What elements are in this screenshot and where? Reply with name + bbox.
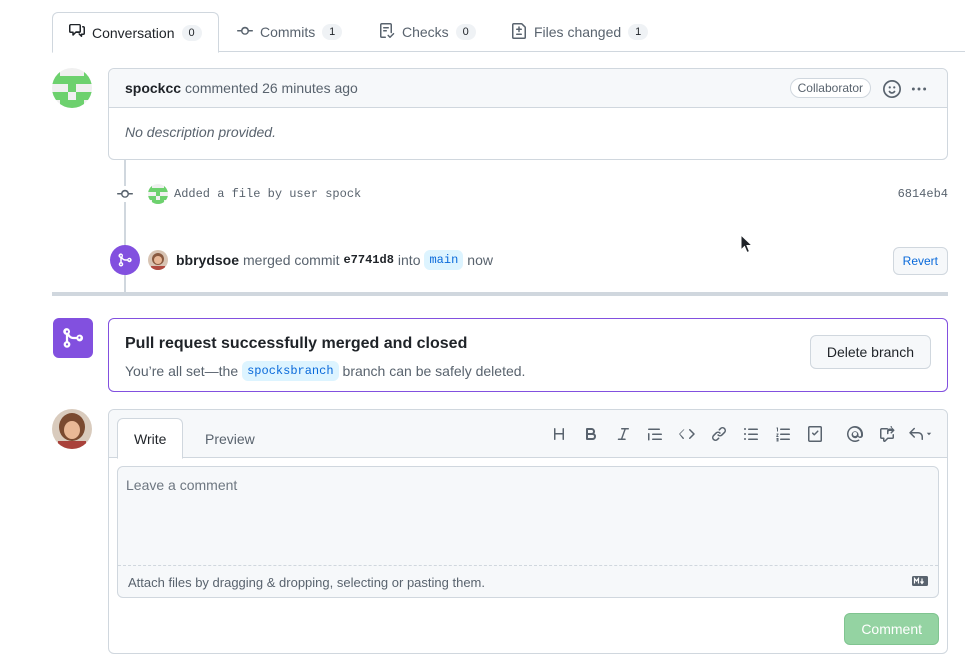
tab-preview[interactable]: Preview	[189, 418, 271, 459]
merge-text-label: merged commit	[243, 252, 340, 268]
commit-author-avatar[interactable]	[148, 184, 168, 204]
comment-textarea[interactable]: Leave a comment Attach files by dragging…	[117, 466, 939, 598]
heading-icon[interactable]	[543, 422, 575, 446]
bold-icon[interactable]	[575, 422, 607, 446]
file-diff-icon	[511, 22, 527, 42]
merge-status-prefix: You’re all set—the	[125, 363, 239, 379]
markdown-toolbar	[543, 422, 939, 446]
merge-status-box: Pull request successfully merged and clo…	[108, 318, 948, 392]
comment-discussion-icon	[69, 23, 85, 42]
git-commit-icon	[117, 186, 133, 202]
markdown-icon[interactable]	[912, 575, 928, 590]
avatar[interactable]	[52, 68, 92, 108]
pr-description-comment: spockcc commented 26 minutes ago Collabo…	[108, 68, 948, 160]
kebab-horizontal-icon[interactable]	[909, 80, 929, 101]
code-icon[interactable]	[671, 422, 703, 446]
comment-author[interactable]: spockcc	[125, 80, 181, 96]
timeline-commit: Added a file by user spock 6814eb4	[108, 182, 948, 206]
mention-icon[interactable]	[839, 422, 871, 446]
comment-timestamp[interactable]: commented 26 minutes ago	[185, 80, 358, 96]
tab-counter: 1	[628, 24, 649, 40]
tab-label: Conversation	[92, 24, 175, 41]
ordered-list-icon[interactable]	[767, 422, 799, 446]
timeline-end-separator	[52, 292, 948, 296]
link-icon[interactable]	[703, 422, 735, 446]
tab-write[interactable]: Write	[117, 418, 184, 459]
comment-placeholder[interactable]: Leave a comment	[118, 467, 938, 566]
revert-button[interactable]: Revert	[892, 247, 948, 275]
git-merge-icon	[110, 245, 140, 275]
editor-header: Write Preview	[109, 410, 947, 459]
comment-submit-button[interactable]: Comment	[844, 613, 939, 645]
smiley-icon[interactable]	[883, 80, 901, 101]
pr-tabs: Conversation 0 Commits 1 Checks 0 Files …	[52, 12, 965, 53]
merger-avatar[interactable]	[148, 250, 168, 270]
checklist-icon	[379, 22, 395, 42]
source-branch[interactable]: spocksbranch	[242, 361, 339, 381]
tasklist-icon[interactable]	[799, 422, 831, 446]
merge-commit-sha[interactable]: e7741d8	[343, 253, 393, 267]
tab-checks[interactable]: Checks 0	[363, 12, 492, 52]
comment-editor: Write Preview Leave a comment Attach fil…	[108, 409, 948, 654]
timeline-merge-event: bbrydsoe merged commit e7741d8 into main…	[110, 245, 948, 275]
unordered-list-icon[interactable]	[735, 422, 767, 446]
target-branch[interactable]: main	[424, 250, 464, 270]
current-user-avatar[interactable]	[52, 409, 92, 449]
merger-username[interactable]: bbrydsoe	[176, 252, 239, 268]
tab-conversation[interactable]: Conversation 0	[52, 12, 219, 53]
delete-branch-button[interactable]: Delete branch	[809, 335, 931, 369]
merge-description: bbrydsoe merged commit e7741d8 into main…	[176, 250, 493, 270]
commit-sha[interactable]: 6814eb4	[898, 187, 948, 201]
tab-label: Files changed	[534, 24, 622, 40]
commit-message[interactable]: Added a file by user spock	[174, 187, 361, 201]
git-merge-icon	[53, 318, 93, 358]
collaborator-badge: Collaborator	[789, 78, 871, 98]
tab-counter: 1	[322, 24, 343, 40]
tab-counter: 0	[455, 24, 476, 40]
italic-icon[interactable]	[607, 422, 639, 446]
quote-icon[interactable]	[639, 422, 671, 446]
tab-files-changed[interactable]: Files changed 1	[495, 12, 664, 52]
mouse-cursor-icon	[740, 233, 754, 257]
cross-reference-icon[interactable]	[871, 422, 903, 446]
merge-time[interactable]: now	[467, 252, 493, 268]
tab-counter: 0	[181, 24, 202, 41]
tab-label: Commits	[260, 24, 316, 40]
reply-dropdown-icon[interactable]	[903, 422, 939, 446]
comment-header: spockcc commented 26 minutes ago Collabo…	[109, 69, 947, 108]
merge-into-label: into	[397, 252, 421, 268]
tab-label: Checks	[402, 24, 449, 40]
attach-hint: Attach files by dragging & dropping, sel…	[128, 574, 485, 590]
git-commit-icon	[237, 23, 253, 42]
merge-status-suffix: branch can be safely deleted.	[342, 363, 526, 379]
comment-body: No description provided.	[125, 124, 276, 140]
tab-commits[interactable]: Commits 1	[221, 12, 358, 52]
file-attachment-area[interactable]: Attach files by dragging & dropping, sel…	[118, 566, 938, 598]
